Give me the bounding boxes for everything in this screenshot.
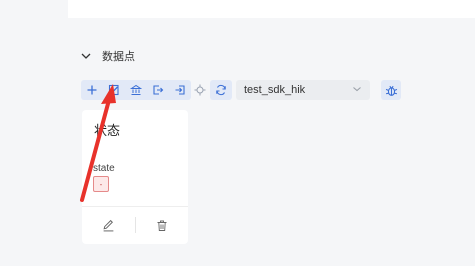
import-button[interactable]	[169, 80, 191, 100]
chevron-down-icon	[352, 81, 362, 99]
card-delete-button[interactable]	[136, 214, 189, 236]
field-value-badge: -	[93, 176, 109, 192]
bank-icon	[130, 84, 142, 95]
device-select-value: test_sdk_hik	[244, 84, 306, 96]
top-panel	[68, 0, 475, 18]
edit-button[interactable]	[103, 80, 125, 100]
trash-icon	[157, 220, 167, 231]
export-icon	[153, 85, 164, 95]
card-divider	[82, 206, 188, 207]
bank-button[interactable]	[125, 80, 147, 100]
locate-button[interactable]	[191, 80, 209, 100]
section-header[interactable]: 数据点	[80, 48, 135, 64]
plus-icon	[87, 85, 97, 95]
add-button[interactable]	[81, 80, 103, 100]
card-edit-button[interactable]	[82, 214, 135, 236]
section-title: 数据点	[102, 51, 135, 63]
bug-icon	[385, 85, 397, 96]
crosshair-icon	[194, 84, 206, 96]
debug-button[interactable]	[381, 80, 401, 100]
datapoints-section: 数据点 test_sdk_hik 状态 state -	[68, 38, 475, 266]
edit-icon	[108, 84, 119, 96]
export-button[interactable]	[147, 80, 169, 100]
pencil-icon	[103, 219, 114, 231]
refresh-button[interactable]	[210, 80, 232, 100]
toolbar	[81, 80, 232, 100]
field-label: state	[93, 163, 115, 174]
card-title: 状态	[94, 123, 121, 138]
chevron-down-icon[interactable]	[80, 50, 92, 62]
import-icon	[175, 85, 185, 95]
device-select[interactable]: test_sdk_hik	[236, 80, 370, 100]
card-actions	[82, 214, 188, 236]
refresh-icon	[216, 84, 226, 96]
datapoint-card: 状态 state -	[82, 110, 188, 244]
